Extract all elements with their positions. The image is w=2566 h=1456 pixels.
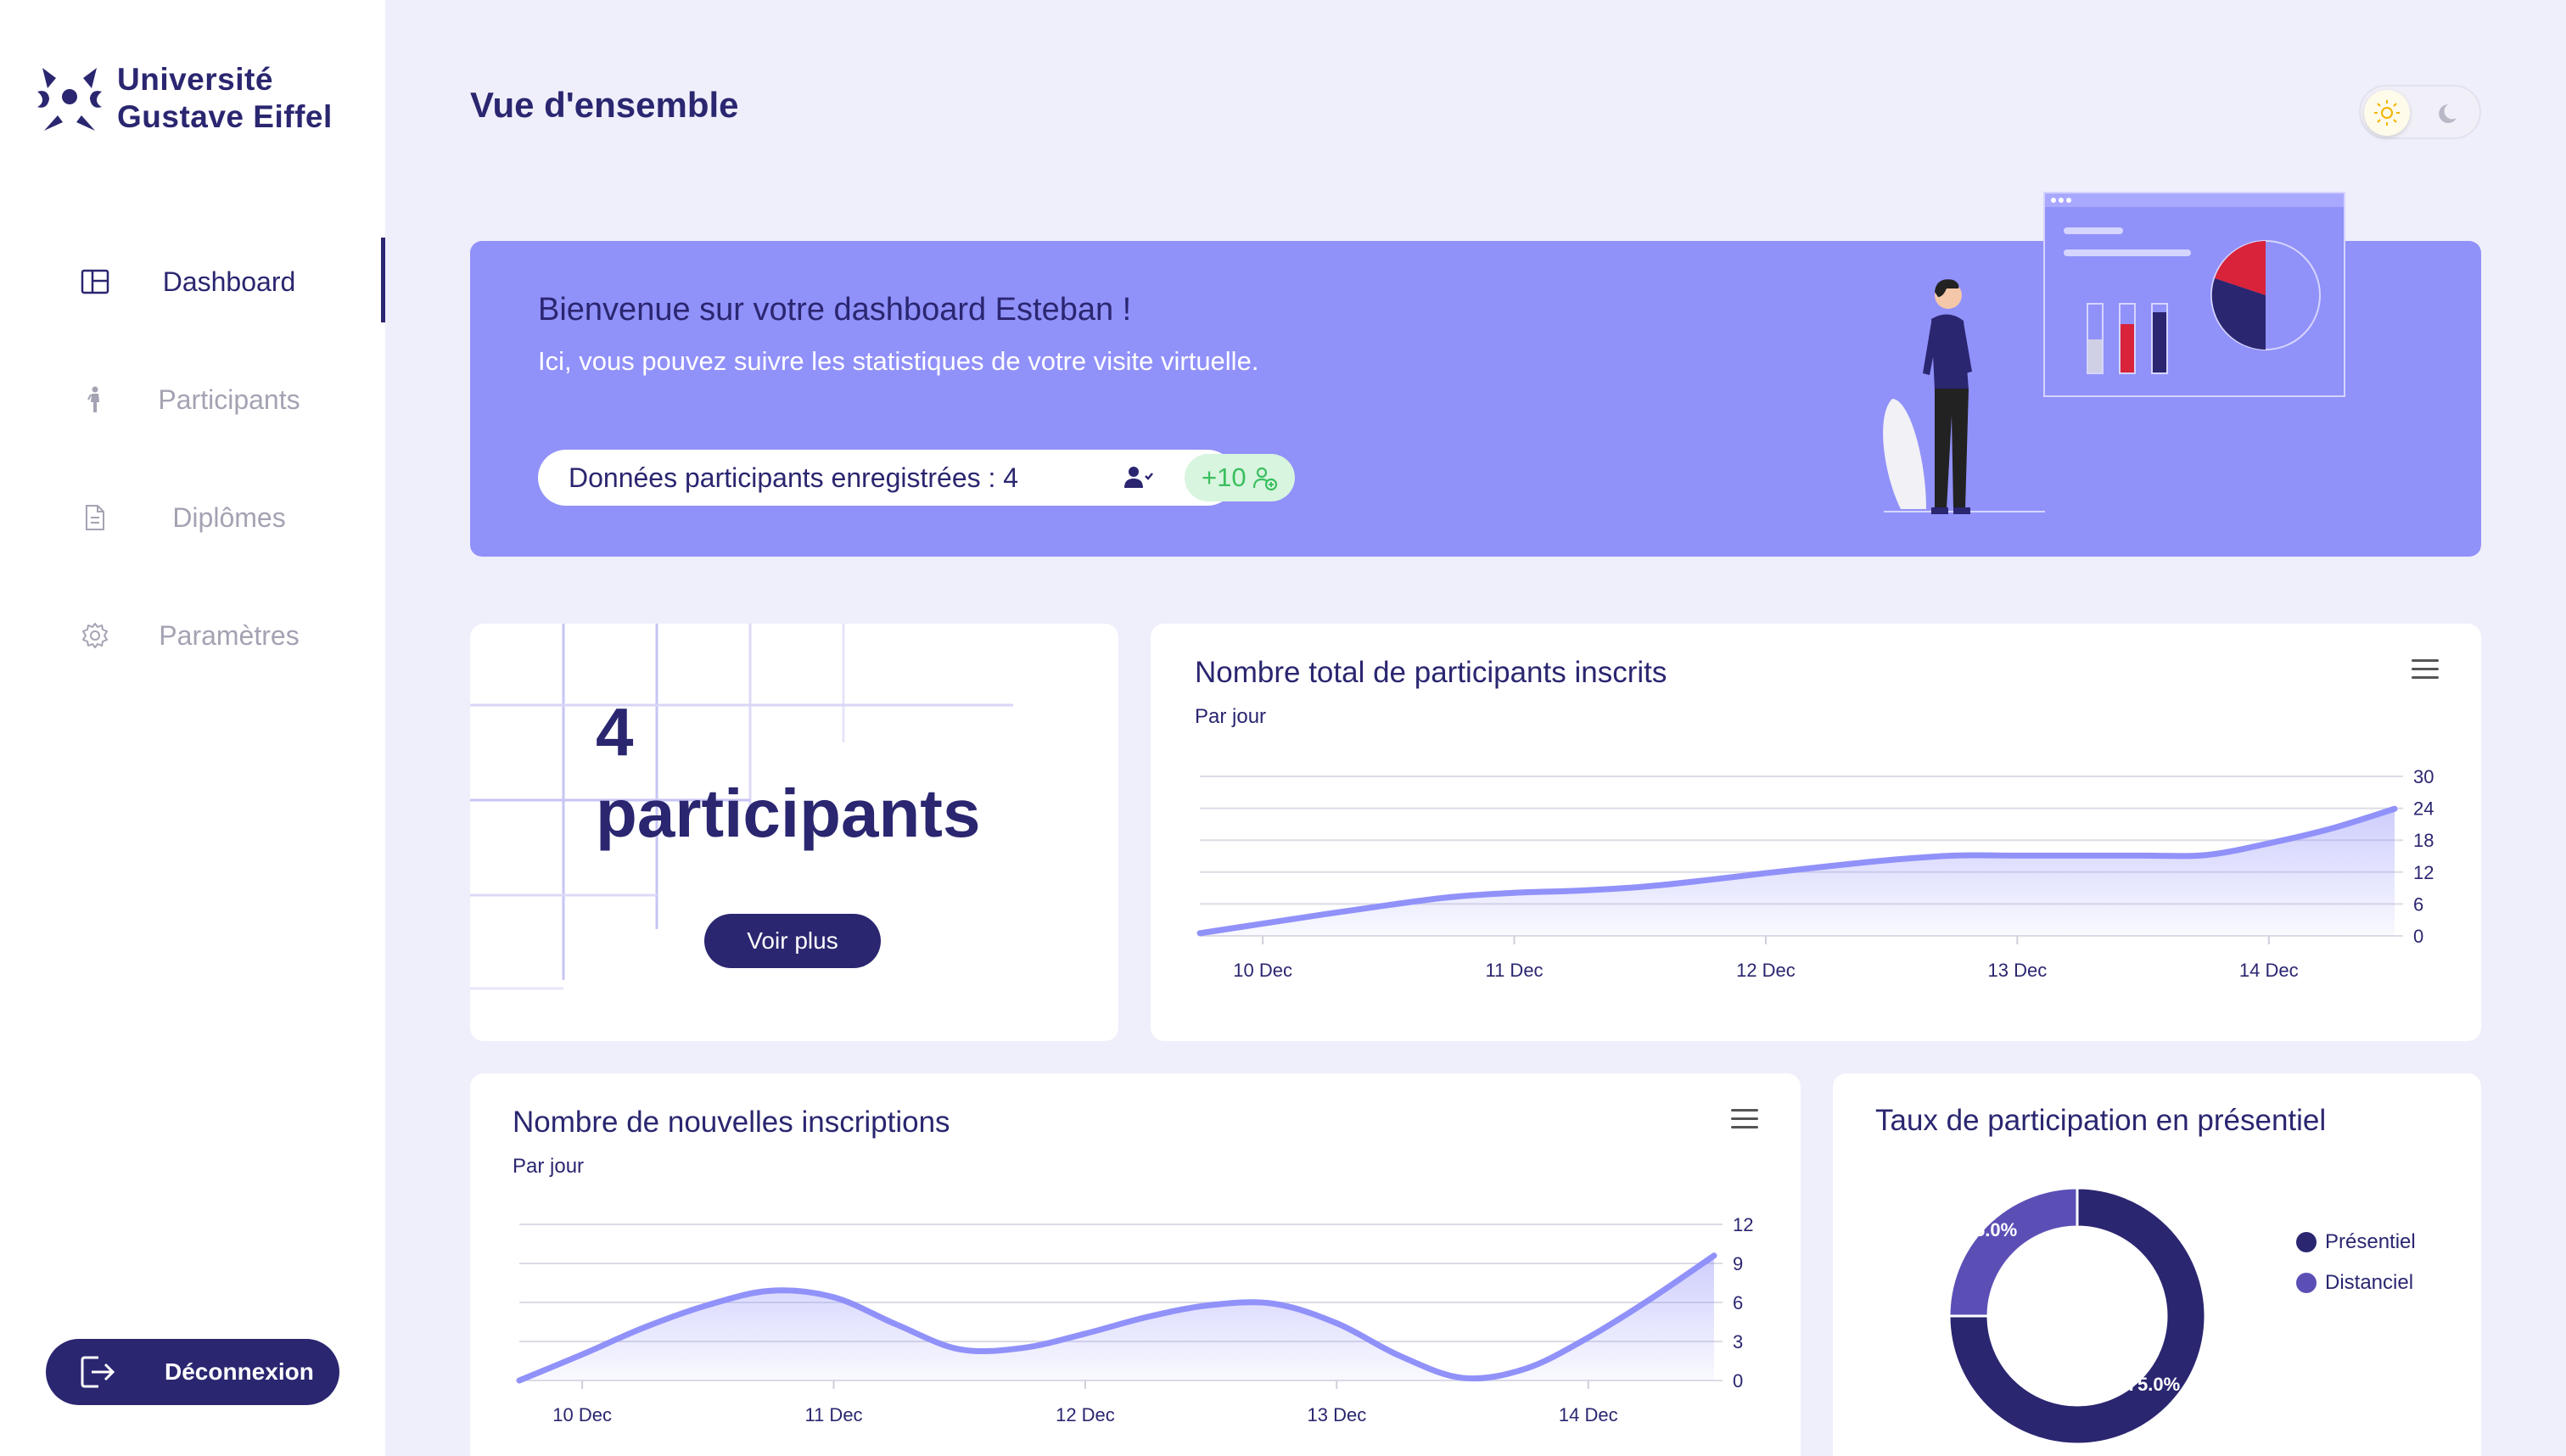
university-logo[interactable]: Université Gustave Eiffel [36, 61, 333, 136]
university-name-line1: Université [117, 62, 273, 97]
university-name-line2: Gustave Eiffel [117, 99, 333, 134]
data-label: 75.0% [2127, 1374, 2180, 1395]
y-tick-label: 6 [2413, 893, 2423, 915]
x-tick-label: 11 Dec [804, 1404, 862, 1425]
x-tick-label: 10 Dec [1233, 960, 1292, 981]
new-participants-badge: +10 [1185, 454, 1295, 501]
participation-rate-card: Taux de participation en présentiel 75.0… [1833, 1073, 2481, 1456]
data-label: 25.0% [1964, 1219, 2017, 1240]
page-title: Vue d'ensemble [470, 85, 739, 125]
y-tick-label: 3 [1733, 1331, 1743, 1352]
y-tick-label: 24 [2413, 798, 2434, 820]
person-illustration [1875, 272, 2045, 518]
dashboard-illustration [2043, 192, 2345, 397]
sidebar: Université Gustave Eiffel Dashboard Part… [0, 0, 385, 1456]
participants-count-card: 4 participants Voir plus [470, 624, 1118, 1041]
logout-button[interactable]: Déconnexion [46, 1339, 339, 1405]
logout-icon [80, 1354, 117, 1390]
sidebar-item-parametres[interactable]: Paramètres [0, 591, 385, 680]
x-tick-label: 11 Dec [1485, 960, 1543, 981]
y-tick-label: 0 [2413, 926, 2423, 947]
user-add-icon [1252, 467, 1278, 491]
x-tick-label: 14 Dec [1559, 1404, 1618, 1425]
legend-label: Présentiel [2325, 1230, 2416, 1253]
total-participants-card: Nombre total de participants inscrits Pa… [1151, 624, 2481, 1041]
voir-plus-button[interactable]: Voir plus [704, 914, 881, 968]
theme-toggle[interactable] [2359, 85, 2481, 139]
y-tick-label: 12 [1733, 1214, 1753, 1235]
x-tick-label: 14 Dec [2239, 960, 2299, 981]
welcome-subtitle: Ici, vous pouvez suivre les statistiques… [538, 346, 1259, 376]
sun-icon[interactable] [2364, 90, 2410, 136]
donut-slice [1947, 1186, 2079, 1318]
sidebar-item-participants[interactable]: Participants [0, 356, 385, 444]
registered-data-pill: Données participants enregistrées : 4 +1… [538, 450, 1295, 506]
user-check-icon [1123, 464, 1154, 491]
logo-mark-icon [37, 68, 102, 131]
chart-legend: Présentiel Distanciel [2296, 1222, 2416, 1303]
area-fill [519, 1255, 1714, 1380]
sidebar-item-dashboard[interactable]: Dashboard [0, 238, 385, 326]
legend-dot [2296, 1232, 2317, 1252]
university-name: Université Gustave Eiffel [117, 61, 333, 136]
x-tick-label: 12 Dec [1736, 960, 1796, 981]
y-tick-label: 12 [2413, 862, 2434, 883]
sidebar-item-label: Participants [158, 384, 300, 415]
legend-label: Distanciel [2325, 1271, 2414, 1294]
moon-icon[interactable] [2434, 97, 2468, 131]
sidebar-item-label: Diplômes [172, 501, 286, 533]
y-tick-label: 18 [2413, 830, 2434, 851]
welcome-title: Bienvenue sur votre dashboard Esteban ! [538, 292, 1132, 328]
registered-data-text: Données participants enregistrées : 4 [569, 462, 1019, 493]
sidebar-item-diplomes[interactable]: Diplômes [0, 473, 385, 562]
legend-item[interactable]: Distanciel [2296, 1263, 2416, 1303]
sidebar-item-label: Dashboard [162, 266, 296, 297]
logout-label: Déconnexion [165, 1358, 314, 1385]
badge-value: +10 [1202, 462, 1247, 492]
x-tick-label: 12 Dec [1056, 1404, 1115, 1425]
new-registrations-chart: 0 3 6 9 12 10 Dec 11 Dec 12 Dec 13 Dec 14 Dec [516, 1214, 1753, 1425]
y-tick-label: 9 [1733, 1253, 1743, 1274]
y-tick-label: 30 [2413, 766, 2434, 787]
participants-count-label: participants [596, 776, 981, 851]
total-participants-chart: 0 6 12 18 24 30 10 Dec 11 Dec 12 Dec 13 Dec 14 Dec [1196, 766, 2434, 981]
participants-count: 4 [596, 694, 634, 770]
x-tick-label: 10 Dec [552, 1404, 612, 1425]
x-tick-label: 13 Dec [1988, 960, 2048, 981]
legend-dot [2296, 1273, 2317, 1293]
y-tick-label: 0 [1733, 1370, 1743, 1392]
x-tick-label: 13 Dec [1308, 1404, 1367, 1425]
legend-item[interactable]: Présentiel [2296, 1222, 2416, 1263]
new-registrations-card: Nombre de nouvelles inscriptions Par jou… [470, 1073, 1801, 1456]
sidebar-nav: Dashboard Participants Diplômes Paramètr… [0, 238, 385, 709]
y-tick-label: 6 [1733, 1292, 1743, 1313]
sidebar-item-label: Paramètres [159, 619, 300, 651]
